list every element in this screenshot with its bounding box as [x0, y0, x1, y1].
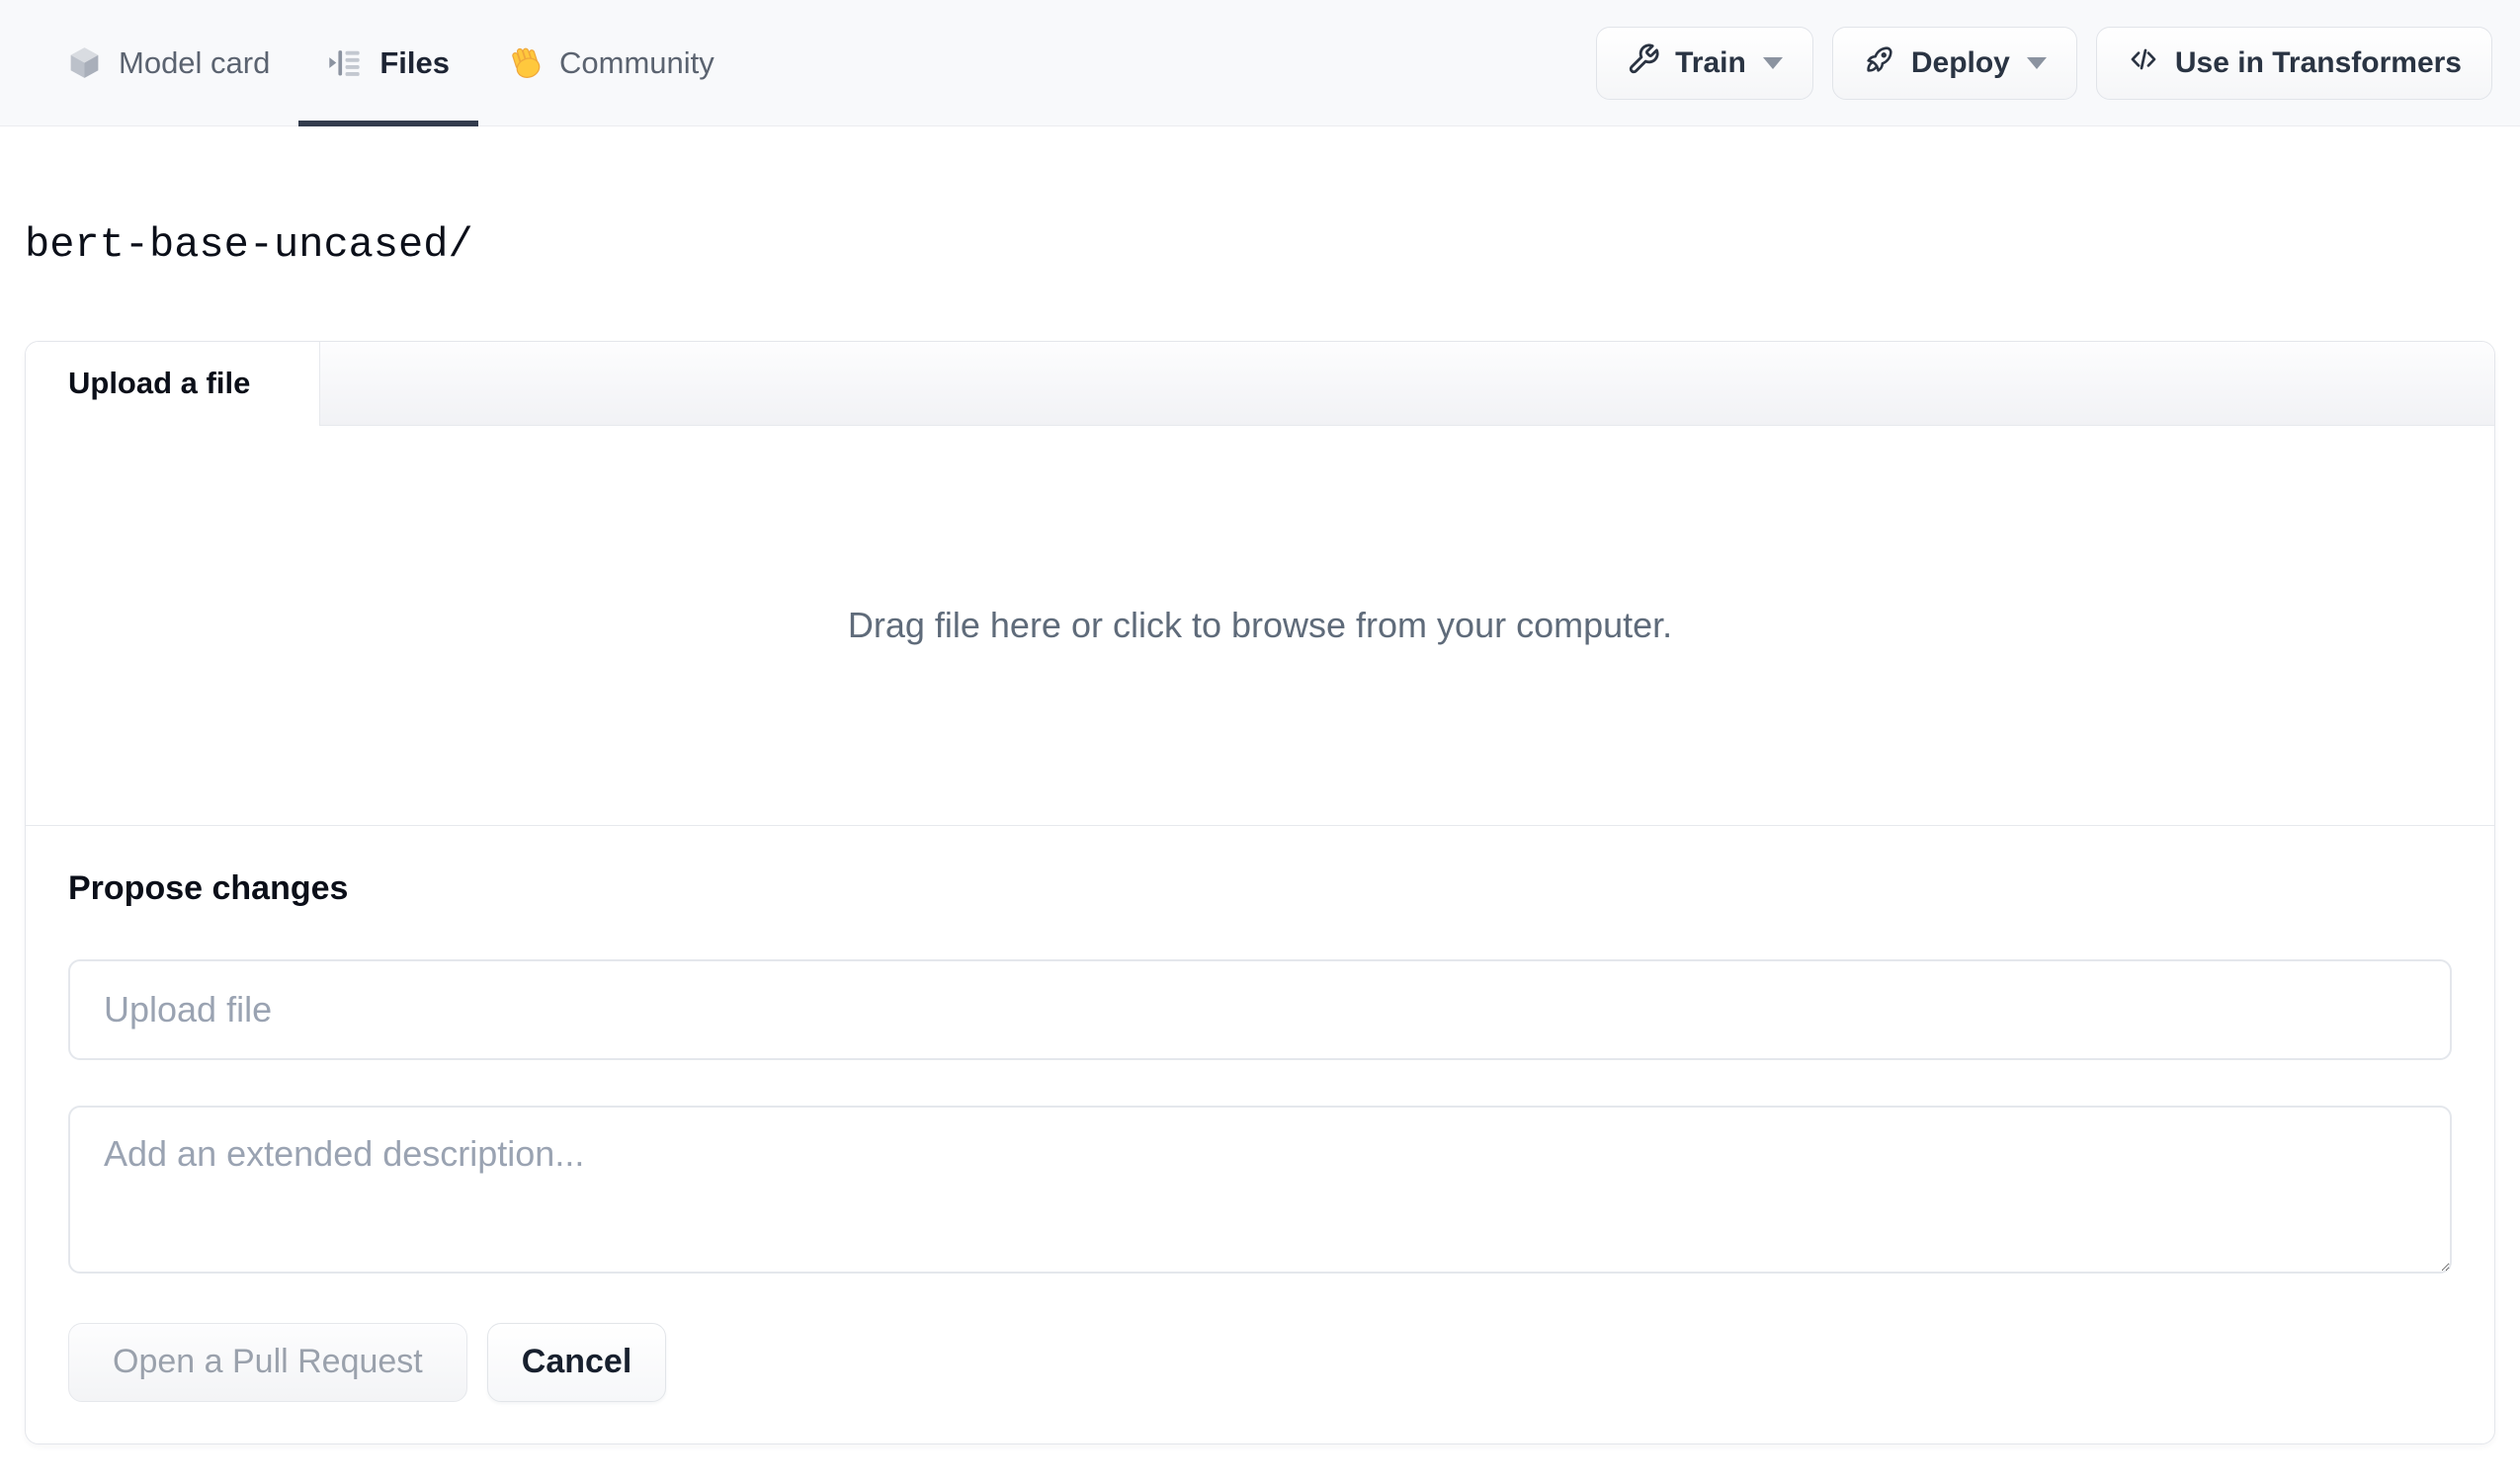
tabstrip-filler [320, 341, 2494, 426]
code-icon [2127, 42, 2160, 84]
wrench-icon [1627, 42, 1660, 84]
tab-model-card-label: Model card [119, 44, 271, 80]
train-button-label: Train [1675, 45, 1746, 79]
upload-card-tabstrip: Upload a file [26, 341, 2494, 426]
file-versions-icon [327, 44, 364, 81]
rocket-icon [1863, 42, 1896, 84]
tab-community[interactable]: Community [478, 0, 743, 125]
use-in-transformers-button[interactable]: Use in Transformers [2095, 26, 2492, 100]
extended-description-textarea[interactable] [68, 1105, 2452, 1274]
upload-file-card: Upload a file Drag file here or click to… [25, 340, 2495, 1444]
upload-filename-input[interactable] [68, 958, 2452, 1060]
waving-hand-icon [507, 44, 544, 81]
propose-actions: Open a Pull Request Cancel [68, 1322, 2452, 1402]
chevron-down-icon [2026, 56, 2047, 69]
deploy-button-label: Deploy [1910, 45, 2010, 79]
file-dropzone[interactable]: Drag file here or click to browse from y… [26, 425, 2494, 826]
propose-changes-heading: Propose changes [68, 868, 349, 907]
propose-changes-section: Propose changes Open a Pull Request Canc… [26, 826, 2494, 1402]
dropzone-hint: Drag file here or click to browse from y… [847, 604, 1673, 645]
cube-icon [66, 44, 103, 81]
chevron-down-icon [1762, 56, 1783, 69]
tab-files[interactable]: Files [298, 0, 478, 126]
cancel-button[interactable]: Cancel [486, 1322, 667, 1402]
use-in-transformers-label: Use in Transformers [2174, 45, 2462, 79]
tab-community-label: Community [559, 44, 714, 80]
train-button[interactable]: Train [1596, 26, 1813, 100]
tab-model-card[interactable]: Model card [38, 0, 298, 125]
repo-tabs: Model card Files Community [38, 0, 743, 126]
deploy-button[interactable]: Deploy [1831, 26, 2077, 100]
repo-actions: Train Deploy Use in Transformers [1596, 0, 2492, 125]
tab-upload-a-file[interactable]: Upload a file [26, 341, 320, 426]
open-pull-request-button[interactable]: Open a Pull Request [68, 1322, 467, 1402]
tab-files-label: Files [379, 44, 451, 80]
main-content: bert-base-uncased/ Upload a file Drag fi… [0, 219, 2520, 1444]
breadcrumb[interactable]: bert-base-uncased/ [25, 219, 2495, 272]
repo-nav: Model card Files Community Train Deploy … [0, 0, 2520, 126]
